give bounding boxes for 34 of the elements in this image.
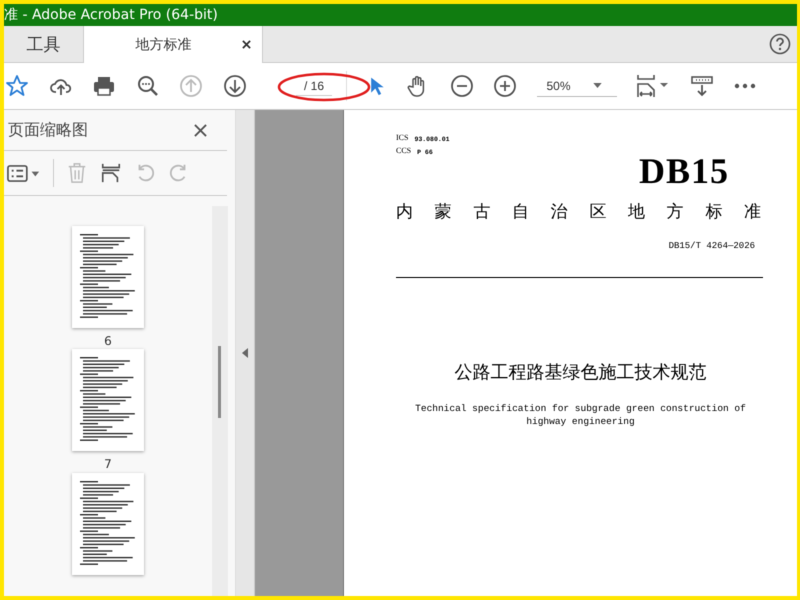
- zoom-in-icon[interactable]: [493, 74, 517, 98]
- insert-page-icon[interactable]: [100, 162, 122, 184]
- close-icon[interactable]: [242, 40, 250, 49]
- close-icon[interactable]: [194, 124, 207, 136]
- tab[interactable]: 地方标准: [84, 26, 263, 63]
- issuer-heading: 内蒙古自治区地方标准: [396, 201, 761, 223]
- scroll-mode-icon[interactable]: [690, 74, 714, 98]
- collapse-handle[interactable]: [236, 110, 255, 596]
- zoom-out-icon[interactable]: [450, 74, 474, 98]
- caret-icon: [592, 83, 602, 88]
- page-number: 6: [104, 334, 112, 348]
- search-icon[interactable]: [136, 74, 160, 98]
- zoom-dropdown[interactable]: 50%: [536, 76, 616, 96]
- star-icon[interactable]: [5, 74, 29, 98]
- page-number: 7: [104, 457, 112, 472]
- options-menu-icon[interactable]: [7, 164, 41, 182]
- scrollbar-thumb[interactable]: [218, 346, 221, 418]
- collapse-arrow-icon[interactable]: [242, 348, 248, 358]
- page-thumbnail[interactable]: [72, 226, 144, 328]
- page-thumbnail[interactable]: [72, 472, 144, 575]
- panel-title: 页面缩略图: [8, 120, 88, 140]
- standard-number: DB15/T 4264—2026: [668, 241, 755, 251]
- document-subtitle: Technical specification for subgrade green construction of highway engineering: [414, 402, 747, 428]
- document-title: 公路工程路基绿色施工技术规范: [454, 361, 708, 384]
- window-title: 准 - Adobe Acrobat Pro (64-bit): [4, 6, 218, 24]
- ics-label: ICS: [396, 132, 408, 144]
- help-icon[interactable]: [769, 33, 791, 55]
- page-thumbnail[interactable]: [72, 349, 144, 452]
- standard-logo: DB15: [638, 156, 729, 186]
- page-fit-icon[interactable]: [636, 74, 670, 98]
- more-icon[interactable]: [733, 82, 757, 90]
- arrow-down-icon[interactable]: [222, 74, 246, 98]
- ccs-label: CCS: [396, 145, 412, 157]
- printer-icon[interactable]: [92, 74, 116, 98]
